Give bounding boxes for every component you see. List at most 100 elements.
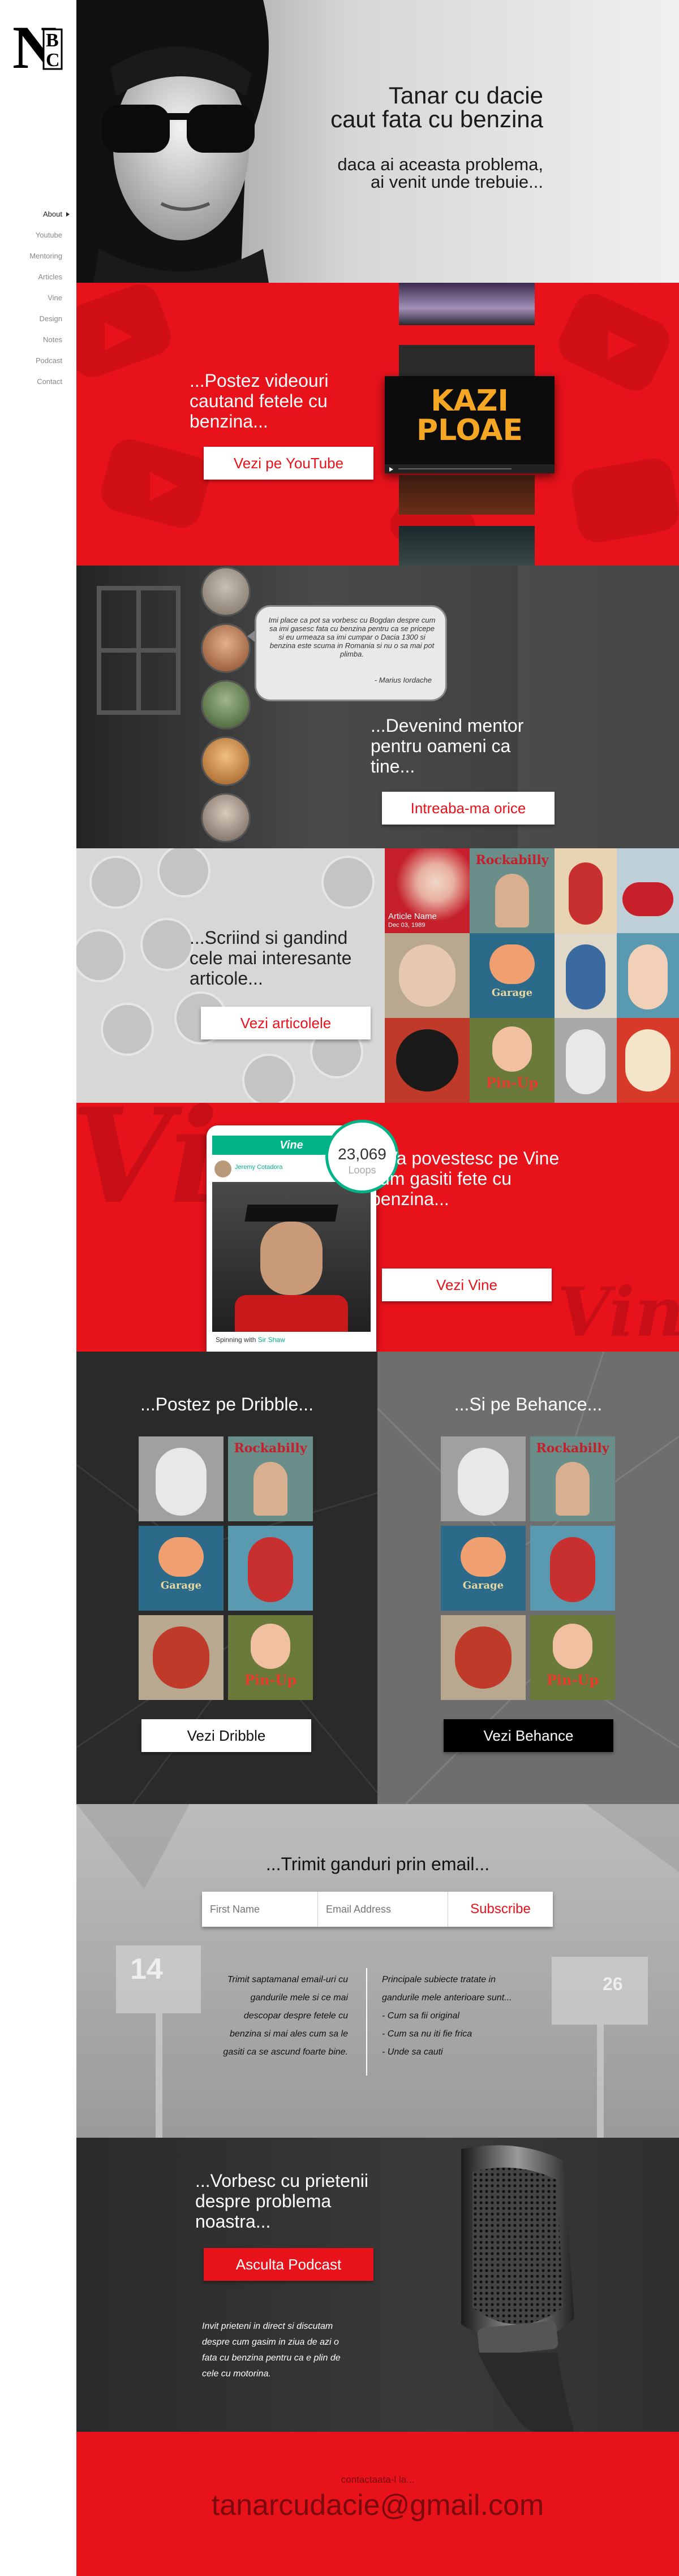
avatar[interactable] (201, 623, 251, 673)
dribbble-shot[interactable] (139, 1615, 224, 1700)
email-input[interactable] (318, 1892, 448, 1927)
behance-heading: ...Si pe Behance... (454, 1394, 603, 1414)
bubble-pointer (247, 629, 256, 643)
video-controls[interactable] (385, 464, 555, 473)
site-logo[interactable]: N B C (12, 12, 63, 80)
article-card[interactable] (617, 848, 679, 933)
nav-item-contact[interactable]: Contact (0, 371, 76, 392)
video-title-line1: KAZI (431, 384, 509, 418)
testimonial-author: - Marius Iordache (374, 676, 432, 684)
youtube-heading: ...Postez videouri cautand fetele cu ben… (190, 370, 329, 432)
sidebar: N B C About Youtube Mentoring Articles V… (0, 0, 76, 2576)
mailbox-number-left: 14 (130, 1953, 163, 1986)
avatar[interactable] (201, 567, 251, 616)
nav-item-podcast[interactable]: Podcast (0, 350, 76, 371)
nav-item-about[interactable]: About (0, 204, 76, 225)
topics-title: Principale subiecte tratate in gandurile… (382, 1975, 512, 2003)
hero-portrait (76, 0, 269, 283)
dribbble-button[interactable]: Vezi Dribble (141, 1719, 311, 1752)
behance-project[interactable] (441, 1615, 526, 1700)
dribbble-shot[interactable]: Garage (139, 1526, 224, 1611)
nav-item-design[interactable]: Design (0, 308, 76, 329)
behance-project[interactable] (530, 1526, 615, 1611)
behance-panel: ...Si pe Behance... Rockabilly Garage Pi… (377, 1352, 679, 1804)
articles-heading: ...Scriind si gandind cele mai interesan… (190, 927, 352, 989)
youtube-video-player[interactable]: KAZI PLOAE (385, 376, 555, 473)
dribbble-shot[interactable]: Pin-Up (228, 1615, 313, 1700)
youtube-section: ...Postez videouri cautand fetele cu ben… (76, 283, 679, 566)
podcast-heading: ...Vorbesc cu prietenii despre problema … (195, 2171, 368, 2232)
podcast-description: Invit prieteni in direct si discutam des… (202, 2322, 341, 2379)
design-section: ...Postez pe Dribble... Rockabilly Garag… (76, 1352, 679, 1804)
dribbble-shot[interactable] (139, 1436, 224, 1521)
youtube-button[interactable]: Vezi pe YouTube (204, 447, 373, 480)
dribbble-panel: ...Postez pe Dribble... Rockabilly Garag… (76, 1352, 377, 1804)
behance-project[interactable] (441, 1436, 526, 1521)
video-progress-bar[interactable] (398, 468, 512, 469)
mentoring-section: Imi place ca pot sa vorbesc cu Bogdan de… (76, 566, 679, 848)
article-card[interactable] (617, 933, 679, 1018)
contact-label: contactaata-l la... (341, 2474, 415, 2485)
avatar[interactable] (201, 736, 251, 786)
podcast-button[interactable]: Asculta Podcast (204, 2248, 373, 2281)
hero-section: Tanar cu dacie caut fata cu benzina daca… (76, 0, 679, 283)
article-card[interactable]: Garage (470, 933, 555, 1018)
microphone-image (461, 2145, 574, 2432)
topic-item: - Cum sa fii original (382, 2011, 459, 2021)
article-card[interactable] (617, 1018, 679, 1103)
behance-button[interactable]: Vezi Behance (444, 1719, 613, 1752)
article-card[interactable] (555, 1018, 617, 1103)
nav-item-articles[interactable]: Articles (0, 266, 76, 287)
vine-button[interactable]: Vezi Vine (382, 1268, 552, 1301)
avatar[interactable] (214, 1160, 231, 1177)
vine-heading: ...Va povestesc pe Vine cum gasiti fete … (371, 1148, 560, 1209)
article-card[interactable]: Pin-Up (470, 1018, 555, 1103)
youtube-thumb-1[interactable] (399, 283, 535, 325)
sidebar-nav: About Youtube Mentoring Articles Vine De… (0, 204, 76, 392)
video-title-line2: PLOAE (416, 413, 523, 447)
vine-user-name[interactable]: Jeremy Cotadora (235, 1164, 282, 1171)
contact-section: contactaata-l la... tanarcudacie@gmail.c… (76, 2432, 679, 2576)
first-name-input[interactable] (202, 1892, 318, 1927)
testimonial-bubble: Imi place ca pot sa vorbesc cu Bogdan de… (247, 605, 447, 701)
article-card[interactable] (385, 933, 470, 1018)
article-card[interactable] (555, 848, 617, 933)
articles-button[interactable]: Vezi articolele (201, 1007, 371, 1039)
svg-text:C: C (46, 50, 60, 71)
nav-item-youtube[interactable]: Youtube (0, 225, 76, 245)
contact-email-link[interactable]: tanarcudacie@gmail.com (76, 2488, 679, 2522)
notes-topics: Principale subiecte tratate in gandurile… (382, 1971, 523, 2061)
avatar[interactable] (201, 680, 251, 730)
ask-me-button[interactable]: Intreaba-ma orice (382, 792, 555, 825)
behance-project[interactable]: Rockabilly (530, 1436, 615, 1521)
topic-item: - Unde sa cauti (382, 2047, 443, 2057)
dribbble-shot[interactable] (228, 1526, 313, 1611)
hero-sub-line2: ai venit unde trebuie... (370, 172, 543, 192)
notes-section: 14 26 ...Trimit ganduri prin email... Su… (76, 1804, 679, 2138)
nav-item-mentoring[interactable]: Mentoring (0, 245, 76, 266)
dribbble-shot[interactable]: Rockabilly (228, 1436, 313, 1521)
subscribe-button[interactable]: Subscribe (448, 1892, 553, 1927)
article-card-featured[interactable]: Article Name Dec 03, 1989 (385, 848, 470, 933)
notes-heading: ...Trimit ganduri prin email... (265, 1854, 490, 1874)
dribbble-heading: ...Postez pe Dribble... (140, 1394, 313, 1414)
svg-text:B: B (46, 30, 59, 51)
articles-section: ...Scriind si gandind cele mai interesan… (76, 848, 679, 1103)
avatar[interactable] (201, 793, 251, 843)
nav-item-vine[interactable]: Vine (0, 287, 76, 308)
vine-video[interactable] (212, 1182, 371, 1332)
play-icon[interactable] (389, 467, 393, 472)
articles-grid: Article Name Dec 03, 1989 Rockabilly Gar… (385, 848, 679, 1103)
podcast-section: ...Vorbesc cu prietenii despre problema … (76, 2138, 679, 2432)
mentoring-heading: ...Devenind mentor pentru oameni ca tine… (371, 715, 524, 776)
behance-project[interactable]: Pin-Up (530, 1615, 615, 1700)
nav-item-notes[interactable]: Notes (0, 329, 76, 350)
behance-project[interactable]: Garage (441, 1526, 526, 1611)
article-card[interactable] (385, 1018, 470, 1103)
article-card[interactable] (555, 933, 617, 1018)
vine-caption: Spinning with Sir Shaw (216, 1336, 285, 1344)
youtube-thumb-3[interactable] (399, 475, 535, 515)
vine-caption-link[interactable]: Sir Shaw (258, 1336, 285, 1344)
article-card[interactable]: Rockabilly (470, 848, 555, 933)
youtube-thumb-4[interactable] (399, 526, 535, 566)
